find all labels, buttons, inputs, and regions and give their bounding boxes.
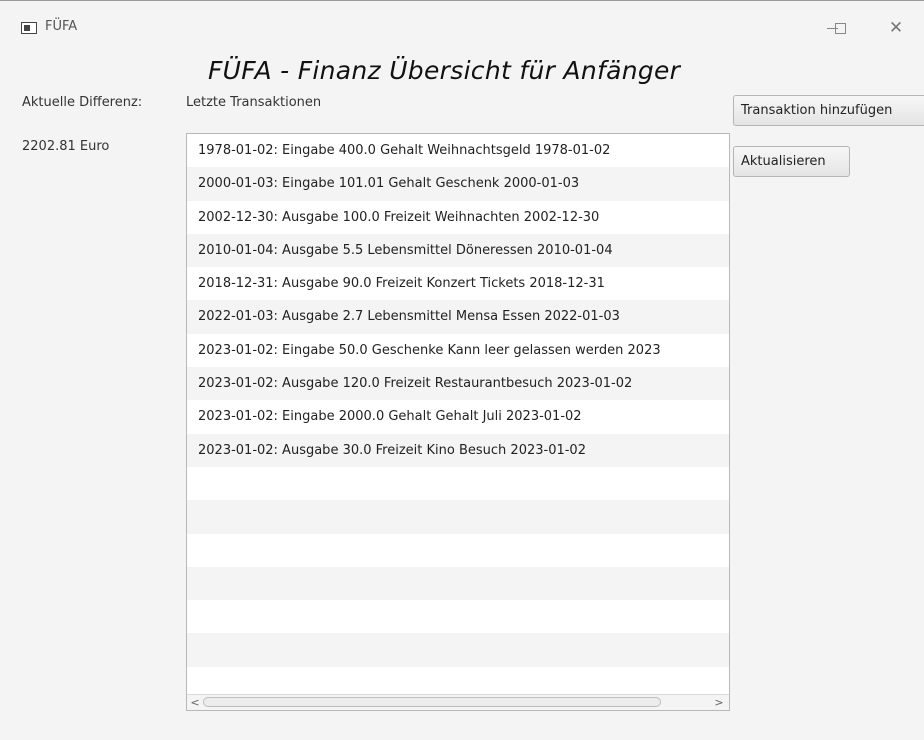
add-transaction-button[interactable]: Transaktion hinzufügen [733, 95, 924, 126]
transactions-label: Letzte Transaktionen [186, 95, 322, 110]
horizontal-scrollbar[interactable]: < > [187, 694, 729, 710]
list-item[interactable] [187, 466, 729, 501]
maximize-button[interactable] [822, 12, 858, 44]
list-item[interactable]: 2010-01-04: Ausgabe 5.5 Lebensmittel Dön… [187, 233, 729, 268]
transactions-rows: 1978-01-02: Eingabe 400.0 Gehalt Weihnac… [187, 134, 729, 694]
window-title: FÜFA [45, 19, 78, 34]
scroll-right-icon[interactable]: > [712, 696, 726, 709]
list-item[interactable]: 2023-01-02: Eingabe 2000.0 Gehalt Gehalt… [187, 400, 729, 434]
refresh-button[interactable]: Aktualisieren [733, 146, 850, 177]
list-item[interactable]: 2018-12-31: Ausgabe 90.0 Freizeit Konzer… [187, 267, 729, 301]
close-icon: ✕ [888, 18, 904, 38]
transactions-list[interactable]: 1978-01-02: Eingabe 400.0 Gehalt Weihnac… [186, 133, 730, 711]
title-bar: FÜFA ✕ [0, 0, 924, 58]
list-item[interactable]: 2002-12-30: Ausgabe 100.0 Freizeit Weihn… [187, 200, 729, 234]
scrollbar-thumb[interactable] [203, 697, 661, 707]
list-item[interactable] [187, 666, 729, 694]
maximize-icon [834, 22, 846, 34]
list-item[interactable] [187, 566, 729, 601]
list-item[interactable] [187, 600, 729, 634]
app-window-icon [21, 22, 37, 34]
difference-label: Aktuelle Differenz: [22, 95, 143, 110]
list-item[interactable]: 2000-01-03: Eingabe 101.01 Gehalt Gesche… [187, 167, 729, 201]
list-item[interactable]: 2022-01-03: Ausgabe 2.7 Lebensmittel Men… [187, 300, 729, 334]
list-item[interactable]: 2023-01-02: Ausgabe 120.0 Freizeit Resta… [187, 367, 729, 401]
list-item[interactable]: 1978-01-02: Eingabe 400.0 Gehalt Weihnac… [187, 134, 729, 168]
list-item[interactable] [187, 533, 729, 567]
close-button[interactable]: ✕ [878, 12, 914, 44]
list-item[interactable]: 2023-01-02: Eingabe 50.0 Geschenke Kann … [187, 333, 729, 368]
list-item[interactable] [187, 500, 729, 534]
scroll-left-icon[interactable]: < [188, 696, 202, 709]
list-item[interactable]: 2023-01-02: Ausgabe 30.0 Freizeit Kino B… [187, 433, 729, 467]
window-top-border [0, 0, 924, 1]
app-heading: FÜFA - Finanz Übersicht für Anfänger [208, 56, 681, 85]
list-item[interactable] [187, 633, 729, 667]
difference-value: 2202.81 Euro [22, 139, 110, 154]
